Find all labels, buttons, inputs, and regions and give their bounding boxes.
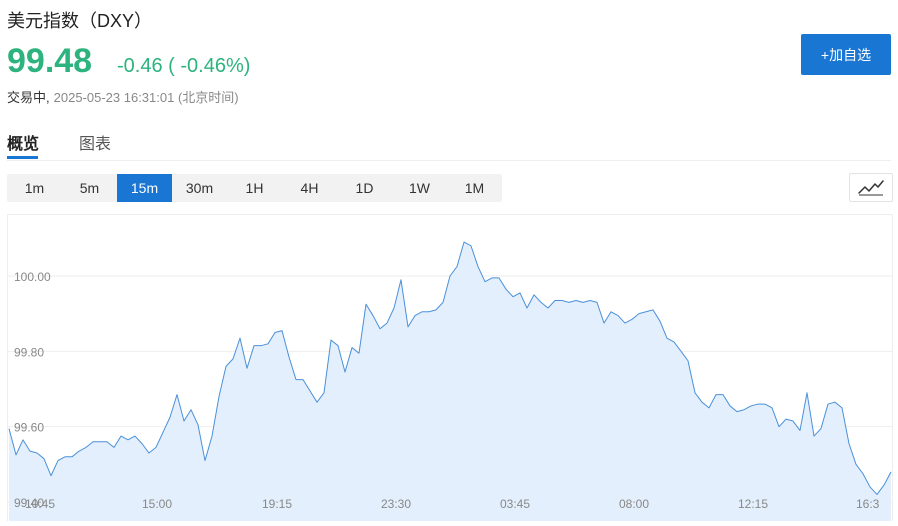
range-1mo-button[interactable]: 1M bbox=[447, 174, 502, 202]
x-tick-label-1: 15:00 bbox=[142, 497, 172, 511]
line-chart-icon bbox=[858, 180, 884, 196]
add-watchlist-button[interactable]: +加自选 bbox=[801, 34, 891, 75]
page-title: 美元指数（DXY） bbox=[7, 11, 153, 31]
trading-status: 交易中, 2025-05-23 16:31:01 (北京时间) bbox=[7, 87, 239, 106]
price-change: -0.46 ( -0.46%) bbox=[117, 55, 251, 77]
x-tick-label-0: 10:45 bbox=[25, 497, 55, 511]
x-tick-label-2: 19:15 bbox=[262, 497, 292, 511]
chart-type-button[interactable] bbox=[849, 173, 893, 202]
range-1m-button[interactable]: 1m bbox=[7, 174, 62, 202]
tab-overview[interactable]: 概览 bbox=[7, 130, 39, 154]
active-tab-indicator bbox=[7, 156, 38, 159]
status-label: 交易中, bbox=[7, 90, 50, 105]
x-tick-label-4: 03:45 bbox=[500, 497, 530, 511]
x-tick-label-7: 16:3 bbox=[856, 497, 880, 511]
range-4h-button[interactable]: 4H bbox=[282, 174, 337, 202]
range-1d-button[interactable]: 1D bbox=[337, 174, 392, 202]
range-1w-button[interactable]: 1W bbox=[392, 174, 447, 202]
time-range-selector: 1m 5m 15m 30m 1H 4H 1D 1W 1M bbox=[7, 174, 502, 202]
x-tick-label-6: 12:15 bbox=[738, 497, 768, 511]
y-tick-label-2: 99.80 bbox=[14, 345, 44, 359]
current-price: 99.48 bbox=[7, 42, 93, 80]
range-15m-button[interactable]: 15m bbox=[117, 174, 172, 202]
range-30m-button[interactable]: 30m bbox=[172, 174, 227, 202]
y-tick-label-3: 100.00 bbox=[14, 270, 51, 284]
range-5m-button[interactable]: 5m bbox=[62, 174, 117, 202]
series-area bbox=[9, 242, 891, 521]
y-tick-label-1: 99.60 bbox=[14, 421, 44, 435]
x-tick-label-3: 23:30 bbox=[381, 497, 411, 511]
chart-svg: 99.4099.6099.80100.0010:45 15:00 19:15 23:3… bbox=[8, 241, 892, 521]
timestamp: 2025-05-23 16:31:01 (北京时间) bbox=[53, 90, 239, 105]
range-1h-button[interactable]: 1H bbox=[227, 174, 282, 202]
x-tick-label-5: 08:00 bbox=[619, 497, 649, 511]
tab-bar: 概览 图表 bbox=[7, 122, 891, 161]
price-chart: 99.40 99.60 99.80 100.00 10:45 15:00 19:15 23:3… bbox=[7, 214, 893, 521]
tab-chart[interactable]: 图表 bbox=[79, 130, 111, 154]
